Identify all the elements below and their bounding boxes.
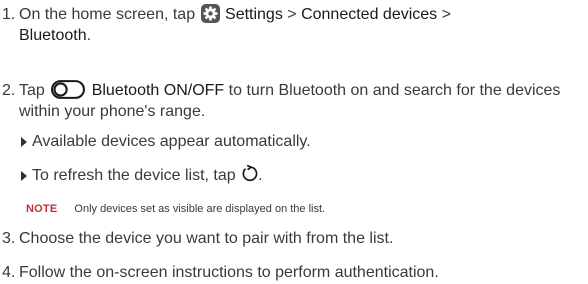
note-box: NOTE Only devices set as visible are dis… — [26, 202, 325, 216]
step-1-end: . — [86, 27, 92, 44]
settings-label: Settings — [225, 6, 283, 23]
step-number: 1. — [2, 6, 16, 23]
bluetooth-onoff-label: Bluetooth ON/OFF — [91, 82, 225, 99]
step-text: Tap Bluetooth ON/OFF to turn Bluetooth o… — [19, 80, 583, 122]
note-text: Only devices set as visible are displaye… — [74, 203, 326, 215]
step-number: 4. — [2, 264, 16, 281]
refresh-end: . — [258, 167, 263, 184]
step-2-intro: Tap — [19, 82, 45, 99]
refresh-icon — [242, 165, 258, 182]
bullet-arrow-icon — [21, 171, 27, 181]
settings-gear-icon — [200, 4, 220, 23]
refresh-instruction: To refresh the device list, tap — [32, 167, 236, 184]
bullet-text: Available devices appear automatically. — [32, 133, 311, 150]
step-text: On the home screen, tap Settings > Conne… — [19, 4, 583, 46]
toggle-switch-icon — [51, 80, 86, 99]
bluetooth-label: Bluetooth — [19, 27, 87, 44]
note-label: NOTE — [26, 203, 58, 215]
path-separator: > — [287, 6, 297, 23]
step-number: 2. — [2, 82, 16, 99]
bullet-text: To refresh the device list, tap . — [32, 165, 263, 186]
bullet-arrow-icon — [21, 137, 27, 147]
step-text: Choose the device you want to pair with … — [19, 230, 394, 247]
step-1-intro: On the home screen, tap — [19, 6, 196, 23]
connected-devices-label: Connected devices — [301, 6, 438, 23]
step-number: 3. — [2, 230, 16, 247]
manual-instructions: 1. On the home screen, tap Settings > Co… — [0, 0, 588, 284]
step-text: Follow the on-screen instructions to per… — [19, 264, 439, 281]
path-separator: > — [441, 6, 451, 23]
